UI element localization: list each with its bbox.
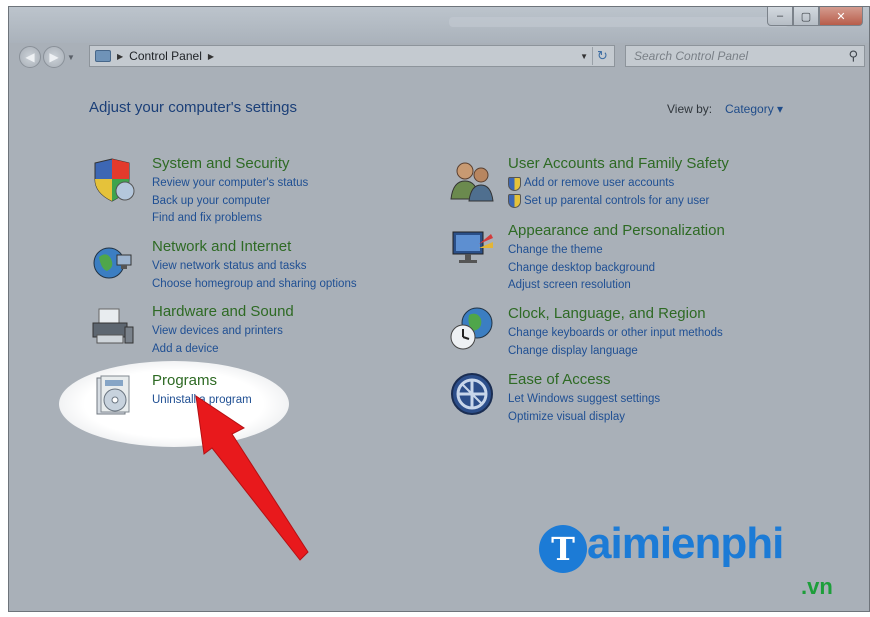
annotation-arrow-icon: [195, 394, 309, 561]
